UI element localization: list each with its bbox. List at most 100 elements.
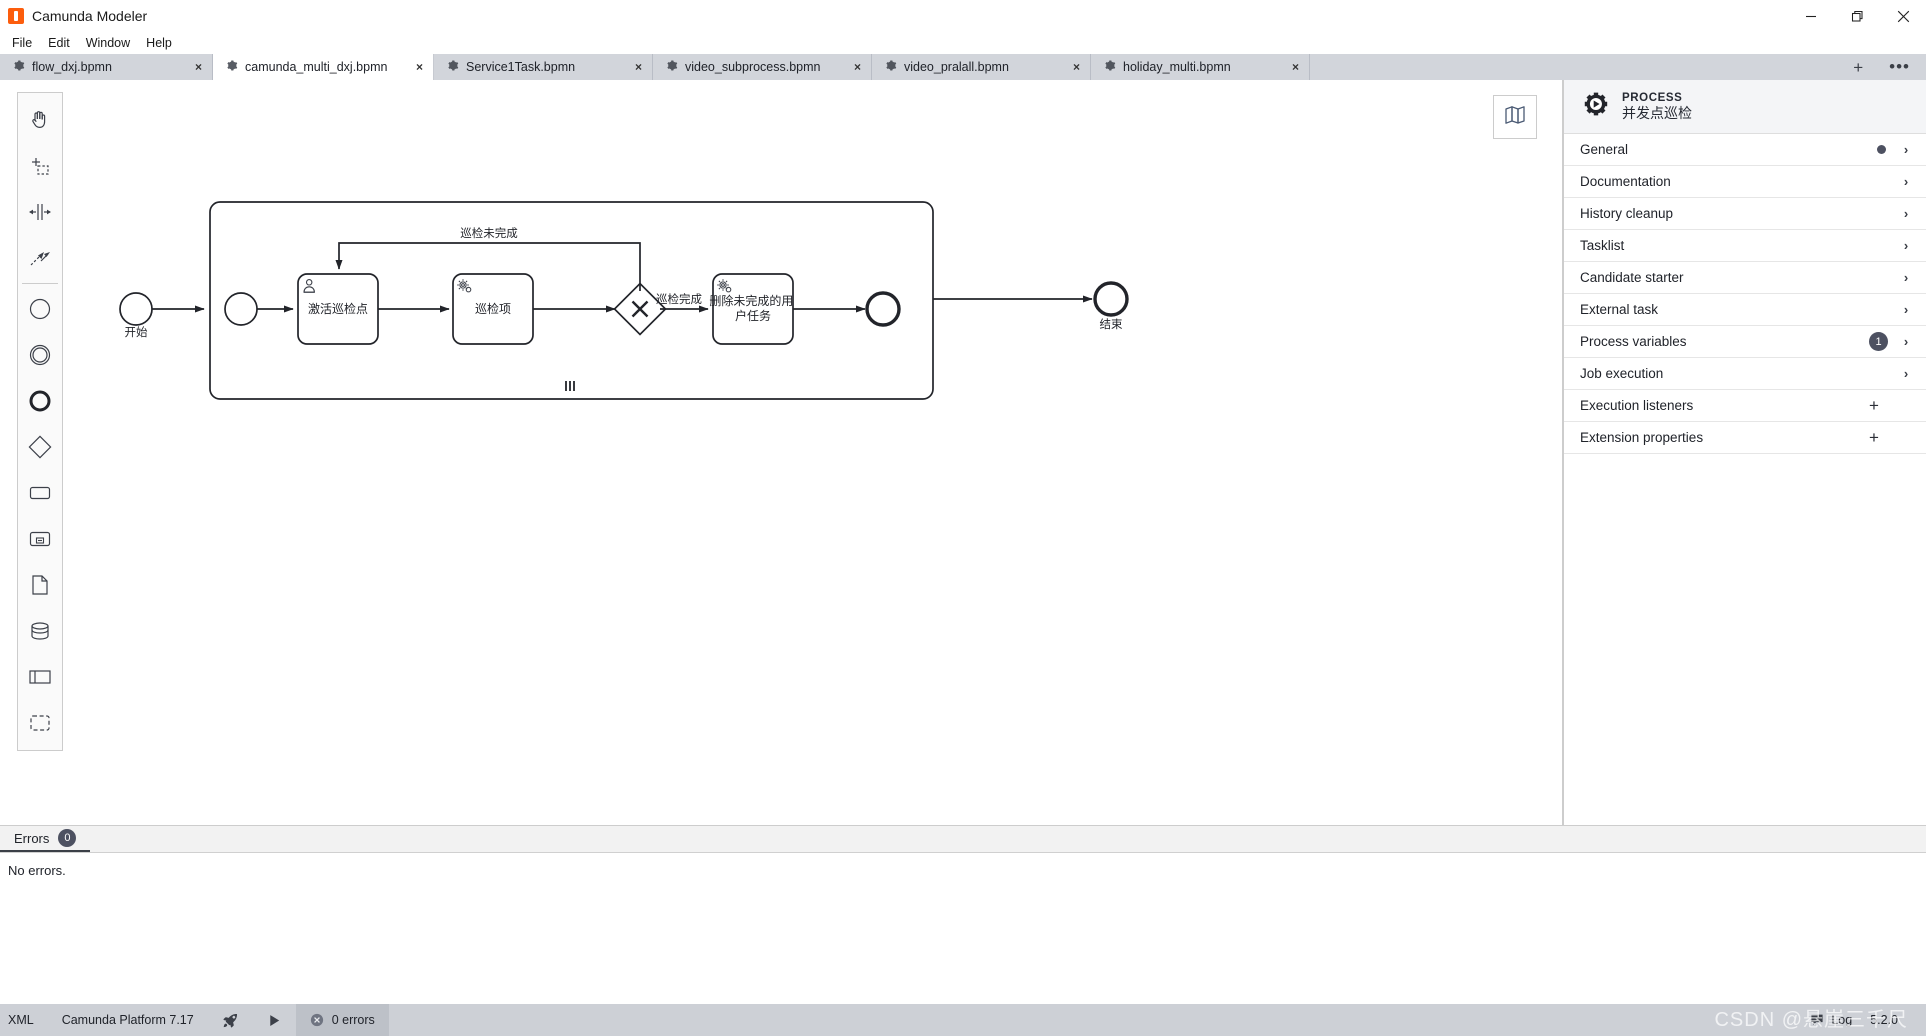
chevron-right-icon: ›: [1903, 238, 1909, 253]
status-log-label: Log: [1831, 1013, 1853, 1027]
group-label: Extension properties: [1580, 430, 1704, 445]
app-title: Camunda Modeler: [32, 8, 148, 24]
bpmn-file-icon: [1103, 59, 1116, 75]
subprocess-boundary: [209, 201, 934, 400]
properties-group-history-cleanup[interactable]: History cleanup ›: [1564, 198, 1926, 230]
bpmn-file-icon: [12, 59, 25, 75]
menu-window[interactable]: Window: [78, 34, 138, 52]
tab-label: flow_dxj.bpmn: [32, 60, 112, 74]
end-event-label: 结束: [1100, 318, 1123, 331]
status-run-button[interactable]: [253, 1004, 296, 1036]
group-count-badge: 1: [1869, 332, 1888, 351]
properties-group-tasklist[interactable]: Tasklist ›: [1564, 230, 1926, 262]
title-bar: Camunda Modeler: [0, 0, 1926, 32]
tab-bar: flow_dxj.bpmn × camunda_multi_dxj.bpmn ×…: [0, 54, 1926, 80]
process-gear-icon: [1580, 89, 1610, 124]
tab-video-pralall[interactable]: video_pralall.bpmn ×: [872, 54, 1091, 80]
tab-close-icon[interactable]: ×: [1051, 61, 1080, 73]
diagram-canvas[interactable]: 开始 结束 激活巡检点 巡检项 删除未完成的用 户任务 巡检未完成 巡检完成: [0, 80, 1563, 825]
tab-close-icon[interactable]: ×: [1270, 61, 1299, 73]
tab-close-icon[interactable]: ×: [173, 61, 202, 73]
group-label: Process variables: [1580, 334, 1687, 349]
status-errors-label: 0 errors: [331, 1013, 375, 1027]
group-label: External task: [1580, 302, 1659, 317]
tab-errors[interactable]: Errors 0: [0, 826, 91, 852]
start-event-label: 开始: [125, 325, 148, 339]
status-right-group: Log 5.2.0: [1802, 1004, 1926, 1036]
group-label: History cleanup: [1580, 206, 1674, 221]
tab-flow-dxj[interactable]: flow_dxj.bpmn ×: [0, 54, 213, 80]
rocket-icon: [222, 1012, 239, 1029]
service-task-icon-2: [717, 279, 732, 293]
tab-camunda-multi-dxj[interactable]: camunda_multi_dxj.bpmn ×: [213, 54, 434, 80]
tab-label: video_pralall.bpmn: [904, 60, 1009, 74]
group-label: Candidate starter: [1580, 270, 1684, 285]
properties-group-process-variables[interactable]: Process variables 1 ›: [1564, 326, 1926, 358]
group-label: Tasklist: [1580, 238, 1625, 253]
tab-label: camunda_multi_dxj.bpmn: [245, 60, 388, 74]
tab-close-icon[interactable]: ×: [832, 61, 861, 73]
error-circle-icon: [310, 1013, 324, 1027]
inner-end-event-shape: [865, 291, 901, 327]
main-area: 开始 结束 激活巡检点 巡检项 删除未完成的用 户任务 巡检未完成 巡检完成 P…: [0, 80, 1926, 825]
end-event-shape: [1093, 281, 1129, 317]
status-xml-button[interactable]: XML: [0, 1004, 48, 1036]
bpmn-file-icon: [884, 59, 897, 75]
new-tab-button[interactable]: +: [1853, 59, 1863, 76]
tab-holiday-multi[interactable]: holiday_multi.bpmn ×: [1091, 54, 1310, 80]
menu-help[interactable]: Help: [138, 34, 180, 52]
menu-file[interactable]: File: [4, 34, 40, 52]
properties-group-extension-properties[interactable]: Extension properties +: [1564, 422, 1926, 454]
task-delete-label: 删除未完成的用 户任务: [709, 293, 796, 323]
chevron-right-icon: ›: [1903, 174, 1909, 189]
tab-label: Service1Task.bpmn: [466, 60, 576, 74]
chevron-right-icon: ›: [1903, 206, 1909, 221]
menu-edit[interactable]: Edit: [40, 34, 78, 52]
close-icon[interactable]: [1880, 0, 1926, 32]
task-activate-label: 激活巡检点: [308, 301, 368, 316]
bpmn-file-icon: [225, 59, 238, 75]
flow-loop-back: [335, 242, 641, 291]
status-bar: XML Camunda Platform 7.17 0 errors Log 5…: [0, 1004, 1926, 1036]
properties-group-execution-listeners[interactable]: Execution listeners +: [1564, 390, 1926, 422]
bpmn-diagram[interactable]: 开始 结束 激活巡检点 巡检项 删除未完成的用 户任务 巡检未完成 巡检完成: [0, 80, 1562, 825]
tab-service1task[interactable]: Service1Task.bpmn ×: [434, 54, 653, 80]
status-deploy-button[interactable]: [208, 1004, 253, 1036]
log-icon: [1810, 1013, 1824, 1027]
properties-group-external-task[interactable]: External task ›: [1564, 294, 1926, 326]
properties-group-candidate-starter[interactable]: Candidate starter ›: [1564, 262, 1926, 294]
bpmn-file-icon: [665, 59, 678, 75]
errors-tab-strip: Errors 0: [0, 826, 1926, 853]
add-extension-property-button[interactable]: +: [1868, 429, 1880, 446]
maximize-icon[interactable]: [1834, 0, 1880, 32]
minimize-icon[interactable]: [1788, 0, 1834, 32]
status-log-button[interactable]: Log: [1802, 1013, 1860, 1027]
status-version-label: 5.2.0: [1870, 1013, 1898, 1027]
properties-header: PROCESS 并发点巡检: [1564, 80, 1926, 134]
group-label: Execution listeners: [1580, 398, 1694, 413]
properties-group-job-execution[interactable]: Job execution ›: [1564, 358, 1926, 390]
parallel-multiinstance-marker: [565, 381, 575, 391]
errors-panel: Errors 0 No errors.: [0, 825, 1926, 997]
gateway-x-symbol: [631, 300, 649, 318]
play-icon: [267, 1013, 282, 1028]
status-platform-label: Camunda Platform 7.17: [61, 1013, 194, 1027]
properties-group-documentation[interactable]: Documentation ›: [1564, 166, 1926, 198]
service-task-icon-1: [457, 279, 472, 293]
chevron-right-icon: ›: [1903, 302, 1909, 317]
menu-bar: File Edit Window Help: [0, 32, 1926, 54]
user-task-icon: [303, 279, 315, 293]
task-inspect-label: 巡检项: [475, 301, 511, 316]
camunda-icon: [8, 8, 24, 24]
flow-label-loop: 巡检未完成: [460, 226, 518, 240]
tab-close-icon[interactable]: ×: [402, 61, 423, 73]
tab-close-icon[interactable]: ×: [613, 61, 642, 73]
add-execution-listener-button[interactable]: +: [1868, 397, 1880, 414]
tab-video-subprocess[interactable]: video_subprocess.bpmn ×: [653, 54, 872, 80]
properties-element-name: 并发点巡检: [1622, 104, 1692, 121]
tab-label: video_subprocess.bpmn: [685, 60, 821, 74]
status-errors-button[interactable]: 0 errors: [295, 1004, 389, 1036]
tab-label: holiday_multi.bpmn: [1123, 60, 1231, 74]
tab-overflow-button[interactable]: •••: [1889, 58, 1910, 75]
properties-group-general[interactable]: General ›: [1564, 134, 1926, 166]
